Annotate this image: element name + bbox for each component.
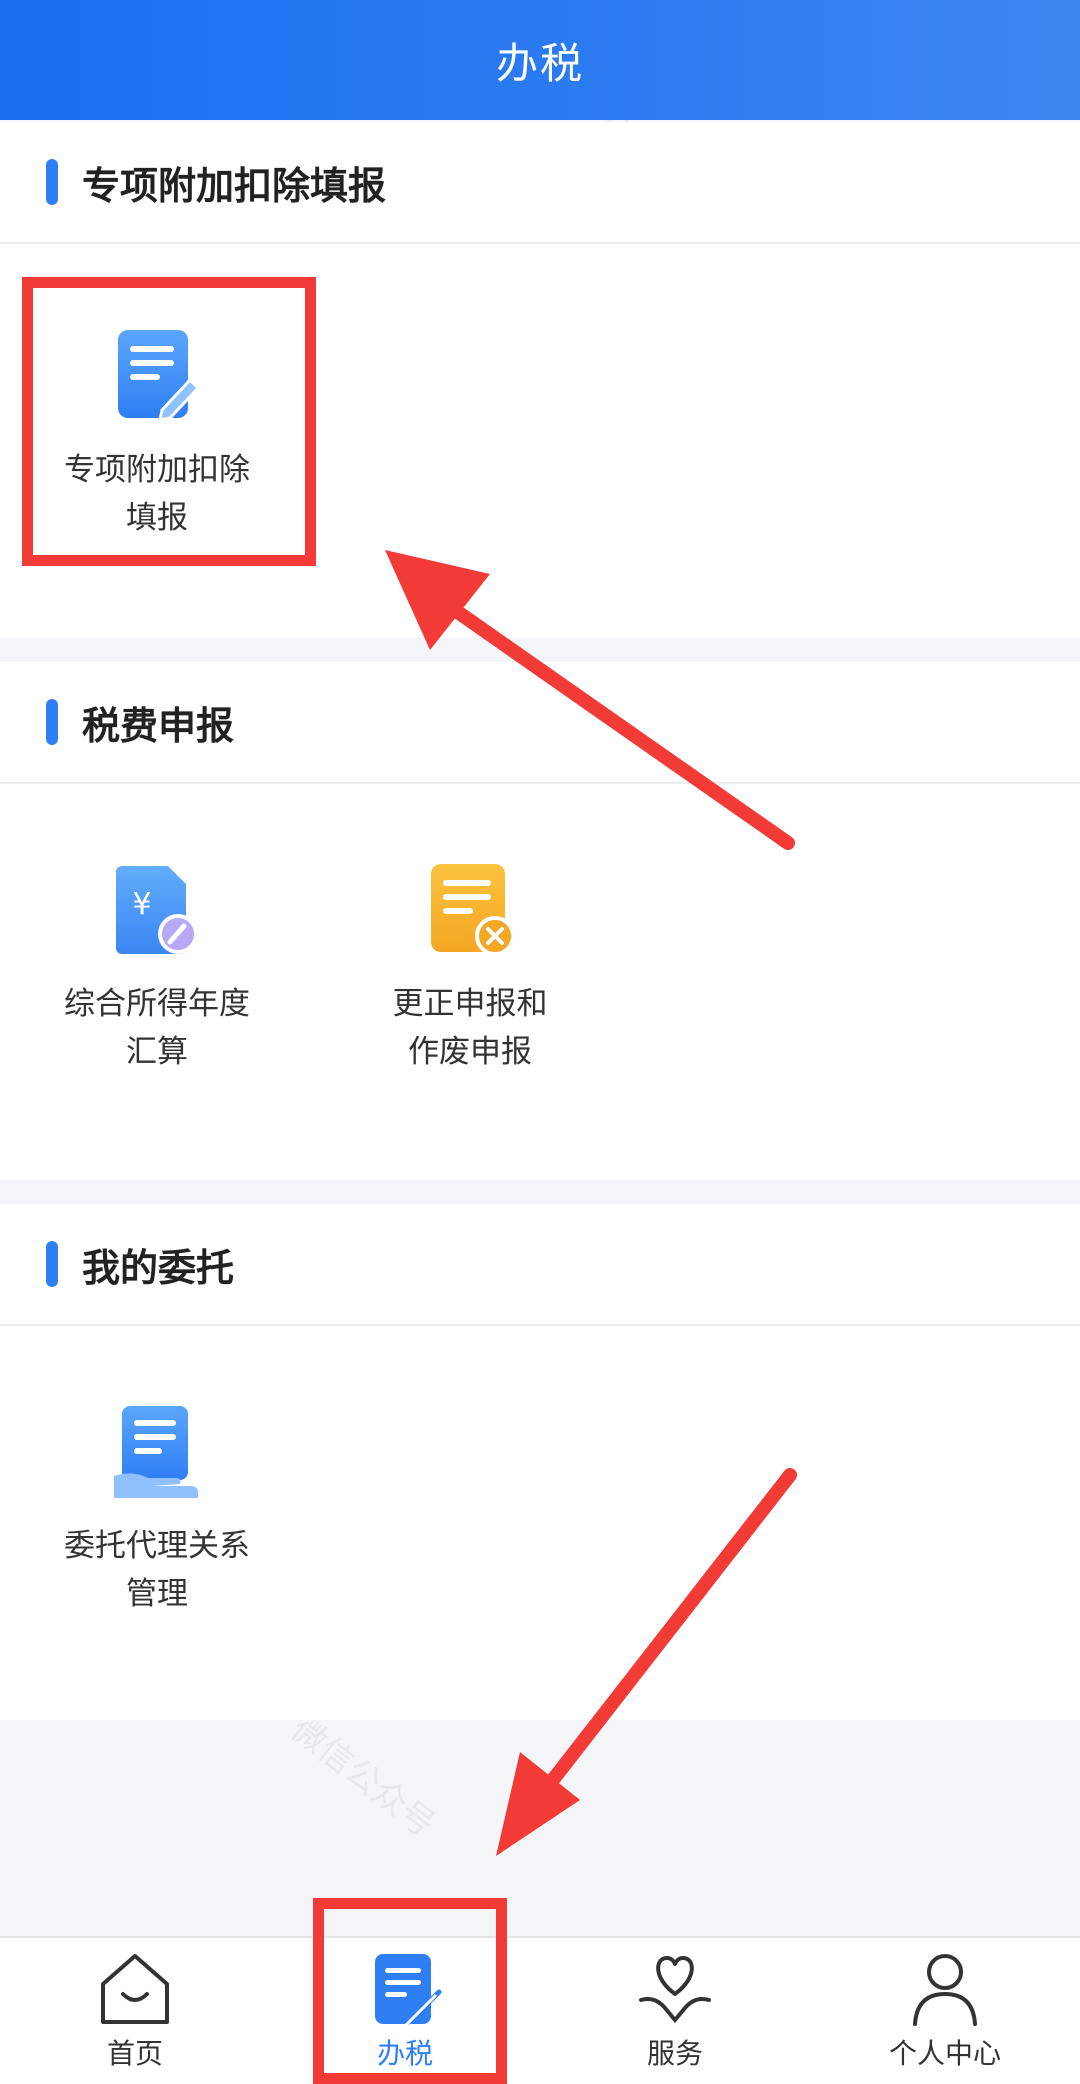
section-accent-bar [46, 699, 58, 745]
section-title-row: 税费申报 [0, 662, 1080, 784]
tab-label: 首页 [106, 2037, 163, 2070]
tab-personal-center[interactable]: 个人中心 [810, 1938, 1080, 2084]
tile-delegation-management[interactable]: 委托代理关系 管理 [37, 1404, 277, 1618]
home-icon [101, 1954, 169, 2024]
svg-text:¥: ¥ [132, 887, 151, 922]
tab-label: 服务 [646, 2037, 703, 2070]
document-cancel-icon [431, 864, 515, 956]
tab-home[interactable]: 首页 [0, 1938, 270, 2084]
section-title: 专项附加扣除填报 [82, 163, 387, 208]
app-screen: 微信公众号 小萝贝 微信公众号 小萝贝 微信公众号 小萝贝 微信公众号 小萝贝 … [0, 0, 1080, 2084]
page-title: 办税 [495, 38, 584, 88]
tab-service[interactable]: 服务 [540, 1938, 810, 2084]
section-my-delegation: 我的委托 委托代理关系 管理 [0, 1204, 1080, 1720]
tile-correction-void-filing[interactable]: 更正申报和 作废申报 [350, 862, 590, 1076]
watermark-text: 微信公众号 [283, 1709, 443, 1846]
section-accent-bar [46, 1241, 58, 1287]
tile-label-line1: 综合所得年度 [64, 986, 250, 1022]
tile-label-line1: 更正申报和 [392, 986, 548, 1022]
tile-label-line2: 汇算 [126, 1034, 188, 1070]
section-title: 我的委托 [82, 1245, 235, 1290]
document-hand-icon [114, 1406, 198, 1498]
tile-label-line1: 委托代理关系 [64, 1528, 250, 1564]
yuan-document-icon: ¥ [116, 866, 198, 954]
section-title-row: 我的委托 [0, 1204, 1080, 1326]
section-tax-filing: 税费申报 ¥ 综合所得年度 汇算 更正申报和 作废申报 [0, 662, 1080, 1180]
heart-hand-icon [639, 1956, 711, 2024]
tile-annual-settlement[interactable]: ¥ 综合所得年度 汇算 [37, 862, 277, 1076]
page-header: 办税 [0, 0, 1080, 120]
section-title: 税费申报 [82, 703, 235, 748]
person-icon [913, 1954, 977, 2026]
tile-label-line2: 管理 [126, 1576, 188, 1612]
bottom-tab-bar: 首页 办税 服务 个人中心 [0, 1936, 1080, 2084]
highlight-box-tax-tab [313, 1898, 507, 2084]
section-title-row: 专项附加扣除填报 [0, 122, 1080, 244]
tab-label: 个人中心 [888, 2037, 1001, 2070]
section-accent-bar [46, 159, 58, 205]
highlight-box-deduction-tile [22, 277, 316, 566]
tile-label-line2: 作废申报 [408, 1034, 532, 1070]
